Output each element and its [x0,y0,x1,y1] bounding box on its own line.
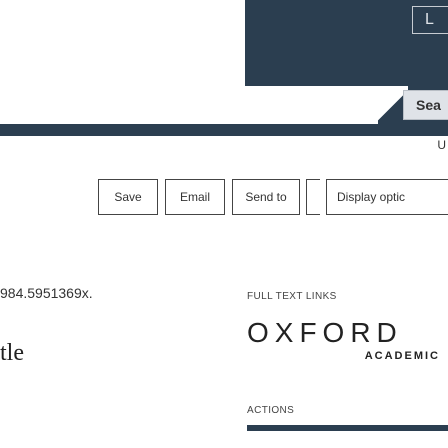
search-input[interactable] [0,86,408,124]
article-doi: 984.5951369x. [0,285,93,301]
oxford-logo-name: OXFORD [247,317,403,348]
oxford-academic-link[interactable]: OXFORD ACADEMIC [247,317,448,363]
email-button[interactable]: Email [165,179,225,215]
save-button[interactable]: Save [98,179,158,215]
search-button-label: Sea [416,97,441,113]
display-options-label: Display optic [337,190,406,204]
actions-button-bar[interactable] [247,425,448,431]
login-button-label: L [425,11,434,28]
login-button[interactable]: L [412,6,448,34]
email-button-label: Email [179,190,210,204]
search-button[interactable]: Sea [403,90,448,120]
send-to-button-label: Send to [245,190,287,204]
section-title: tle [0,340,24,366]
send-to-dropdown-toggle[interactable] [306,179,320,215]
save-button-label: Save [114,190,142,204]
display-options-button[interactable]: Display optic [326,179,448,215]
actions-heading: ACTIONS [247,405,295,416]
send-to-button[interactable]: Send to [232,179,300,215]
oxford-logo-subtitle: ACADEMIC [364,350,440,362]
full-text-links-heading: FULL TEXT LINKS [247,291,337,302]
user-guide-link[interactable]: U [437,138,446,152]
